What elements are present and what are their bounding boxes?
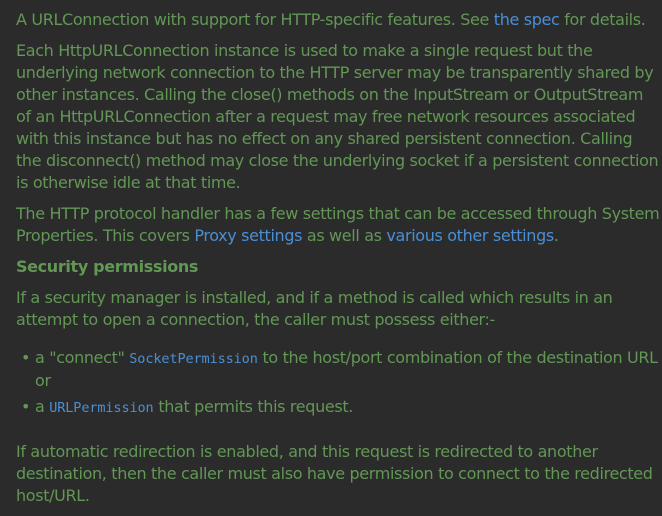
bullet-icon: •	[21, 397, 31, 416]
proxy-settings-link[interactable]: Proxy settings	[194, 226, 302, 245]
spec-link[interactable]: the spec	[494, 10, 560, 29]
security-manager-paragraph: If a security manager is installed, and …	[16, 288, 613, 329]
intro-text: A URLConnection with support for HTTP-sp…	[16, 10, 494, 29]
protocol-handler-paragraph: The HTTP protocol handler has a few sett…	[16, 203, 662, 247]
list-item: • a "connect" SocketPermission to the hos…	[16, 347, 662, 392]
list-item-text-end: that permits this request.	[153, 397, 354, 416]
socket-permission-link[interactable]: SocketPermission	[129, 351, 258, 367]
permission-list: • a "connect" SocketPermission to the hos…	[16, 347, 662, 419]
redirection-paragraph: If automatic redirection is enabled, and…	[16, 442, 653, 505]
connection-sharing-paragraph: Each HttpURLConnection instance is used …	[16, 41, 659, 192]
bullet-icon: •	[21, 348, 31, 367]
intro-paragraph: A URLConnection with support for HTTP-sp…	[16, 9, 662, 31]
list-item-text: a	[35, 397, 50, 416]
security-permissions-heading: Security permissions	[16, 257, 199, 276]
other-settings-link[interactable]: various other settings	[386, 226, 554, 245]
protocol-text-middle: as well as	[302, 226, 387, 245]
protocol-text-end: .	[553, 226, 559, 245]
list-item: • a URLPermission that permits this reque…	[16, 396, 662, 419]
list-item-text: a "connect"	[35, 348, 130, 367]
intro-text-end: for details.	[559, 10, 646, 29]
documentation-popup: A URLConnection with support for HTTP-sp…	[16, 9, 662, 516]
url-permission-link[interactable]: URLPermission	[49, 400, 153, 416]
